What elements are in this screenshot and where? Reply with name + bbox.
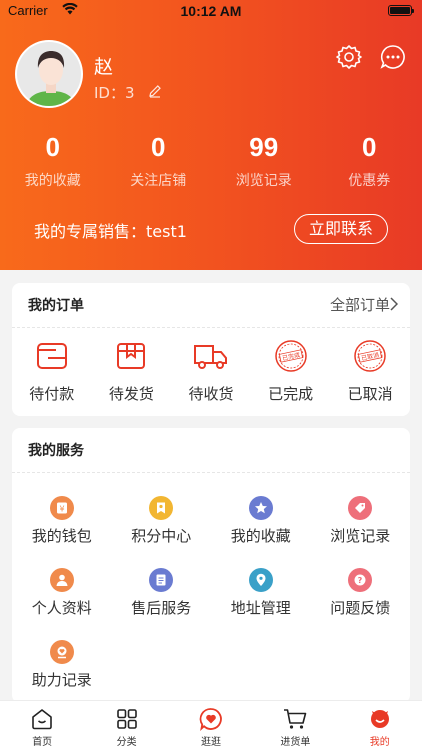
service-label: 个人资料 <box>31 599 92 617</box>
tab-label: 逛逛 <box>200 737 221 748</box>
question-icon: ? <box>348 568 373 592</box>
sales-rep-text: 我的专属销售：test1 <box>34 222 187 241</box>
tab-label: 进货单 <box>280 737 311 748</box>
profile-icon <box>370 710 389 728</box>
cancelled-stamp-icon: 已取消 <box>354 340 386 372</box>
tab-mine[interactable]: 我的 <box>338 701 422 750</box>
tab-browse[interactable]: 逛逛 <box>169 701 253 750</box>
service-favorites[interactable]: 我的收藏 <box>211 496 311 568</box>
order-pending-receipt[interactable]: 待收货 <box>171 339 251 404</box>
order-label: 待发货 <box>108 385 154 403</box>
stat-label: 浏览记录 <box>235 173 292 189</box>
service-points[interactable]: 积分中心 <box>112 496 212 568</box>
service-label: 我的钱包 <box>31 527 92 545</box>
service-address[interactable]: 地址管理 <box>211 568 311 640</box>
message-more-icon[interactable] <box>380 44 406 70</box>
person-icon <box>49 568 74 592</box>
order-pending-payment[interactable]: 待付款 <box>12 339 92 404</box>
tab-label: 我的 <box>369 737 390 748</box>
cart-icon <box>284 709 307 729</box>
grid-icon <box>116 709 137 729</box>
avatar[interactable] <box>15 40 83 108</box>
service-label: 我的收藏 <box>230 527 291 545</box>
order-pending-shipment[interactable]: 待发货 <box>92 339 172 404</box>
stat-value: 0 <box>45 132 60 162</box>
stamp-text: 已完成 <box>281 351 300 363</box>
order-label: 待收货 <box>188 385 234 403</box>
wallet-yen-icon: ¥ <box>49 496 74 520</box>
service-label: 售后服务 <box>131 599 192 617</box>
stat-label: 关注店铺 <box>130 173 187 189</box>
service-profile[interactable]: 个人资料 <box>12 568 112 640</box>
stat-label: 我的收藏 <box>24 173 81 189</box>
stat-label: 优惠券 <box>348 173 391 189</box>
username: 赵 <box>94 56 114 78</box>
completed-stamp-icon: 已完成 <box>274 340 307 372</box>
order-status-row: 待付款 待发货 待收货 已完成 已完成 已取消 已取消 <box>12 339 410 404</box>
svg-text:?: ? <box>358 576 363 585</box>
profile-header: Carrier 10:12 AM 赵 ID：3 0 我的收藏 0 关注店铺 99… <box>0 0 422 270</box>
status-bar: Carrier 10:12 AM <box>0 0 422 22</box>
order-label: 已取消 <box>347 385 393 403</box>
order-label: 待付款 <box>29 385 75 403</box>
wallet-icon <box>36 343 67 369</box>
star-icon <box>248 496 273 520</box>
stamp-text: 已取消 <box>361 351 380 363</box>
user-id: ID：3 <box>94 84 135 102</box>
service-feedback[interactable]: ? 问题反馈 <box>311 568 411 640</box>
bottom-tab-bar: 首页 分类 逛逛 进货单 我的 <box>0 700 422 750</box>
heart-hand-icon <box>49 640 74 664</box>
stat-value: 0 <box>151 132 166 162</box>
service-label: 浏览记录 <box>330 527 391 545</box>
tab-category[interactable]: 分类 <box>84 701 168 750</box>
points-bookmark-icon <box>149 496 174 520</box>
chevron-right-icon[interactable] <box>390 297 398 311</box>
stat-value: 99 <box>249 132 279 162</box>
stat-followed-shops[interactable]: 0 关注店铺 <box>106 130 212 190</box>
svg-text:¥: ¥ <box>59 505 64 514</box>
services-title: 我的服务 <box>28 443 84 459</box>
tab-label: 分类 <box>116 737 137 748</box>
orders-title: 我的订单 <box>28 298 84 314</box>
order-cancelled[interactable]: 已取消 已取消 <box>330 339 410 404</box>
stats-row: 0 我的收藏 0 关注店铺 99 浏览记录 0 优惠券 <box>0 130 422 190</box>
stat-favorites[interactable]: 0 我的收藏 <box>0 130 106 190</box>
home-icon <box>32 709 52 730</box>
clock: 10:12 AM <box>180 3 242 19</box>
stat-history[interactable]: 99 浏览记录 <box>211 130 317 190</box>
divider <box>12 327 410 328</box>
tab-home[interactable]: 首页 <box>0 701 84 750</box>
battery-icon <box>388 5 414 16</box>
tab-cart[interactable]: 进货单 <box>253 701 337 750</box>
service-label: 问题反馈 <box>330 599 391 617</box>
stat-value: 0 <box>362 132 377 162</box>
settings-gear-icon[interactable] <box>336 44 362 70</box>
tag-icon <box>348 496 373 520</box>
package-icon <box>117 343 146 369</box>
order-label: 已完成 <box>268 385 314 403</box>
truck-icon <box>193 345 227 369</box>
tab-label: 首页 <box>32 737 53 748</box>
service-label: 地址管理 <box>230 599 291 617</box>
services-grid: ¥ 我的钱包 积分中心 我的收藏 浏览记录 个人资料 售后服务 地址管理 ? 问… <box>12 496 410 712</box>
avatar-person-icon <box>17 42 81 106</box>
divider <box>12 472 410 473</box>
orders-card: 我的订单 全部订单 待付款 待发货 待收货 已完成 已完成 已取消 已取消 <box>12 283 410 416</box>
heart-chat-icon <box>199 708 222 731</box>
service-wallet[interactable]: ¥ 我的钱包 <box>12 496 112 568</box>
service-label: 助力记录 <box>31 671 92 689</box>
service-after-sales[interactable]: 售后服务 <box>112 568 212 640</box>
services-card: 我的服务 ¥ 我的钱包 积分中心 我的收藏 浏览记录 个人资料 售后服务 地址管… <box>12 428 410 703</box>
document-icon <box>149 568 174 592</box>
order-completed[interactable]: 已完成 已完成 <box>251 339 331 404</box>
service-label: 积分中心 <box>131 527 192 545</box>
edit-icon[interactable] <box>148 84 162 98</box>
contact-now-button[interactable]: 立即联系 <box>294 214 388 244</box>
stat-coupons[interactable]: 0 优惠券 <box>317 130 422 190</box>
location-icon <box>248 568 273 592</box>
all-orders-link[interactable]: 全部订单 <box>330 294 390 315</box>
service-history[interactable]: 浏览记录 <box>311 496 411 568</box>
